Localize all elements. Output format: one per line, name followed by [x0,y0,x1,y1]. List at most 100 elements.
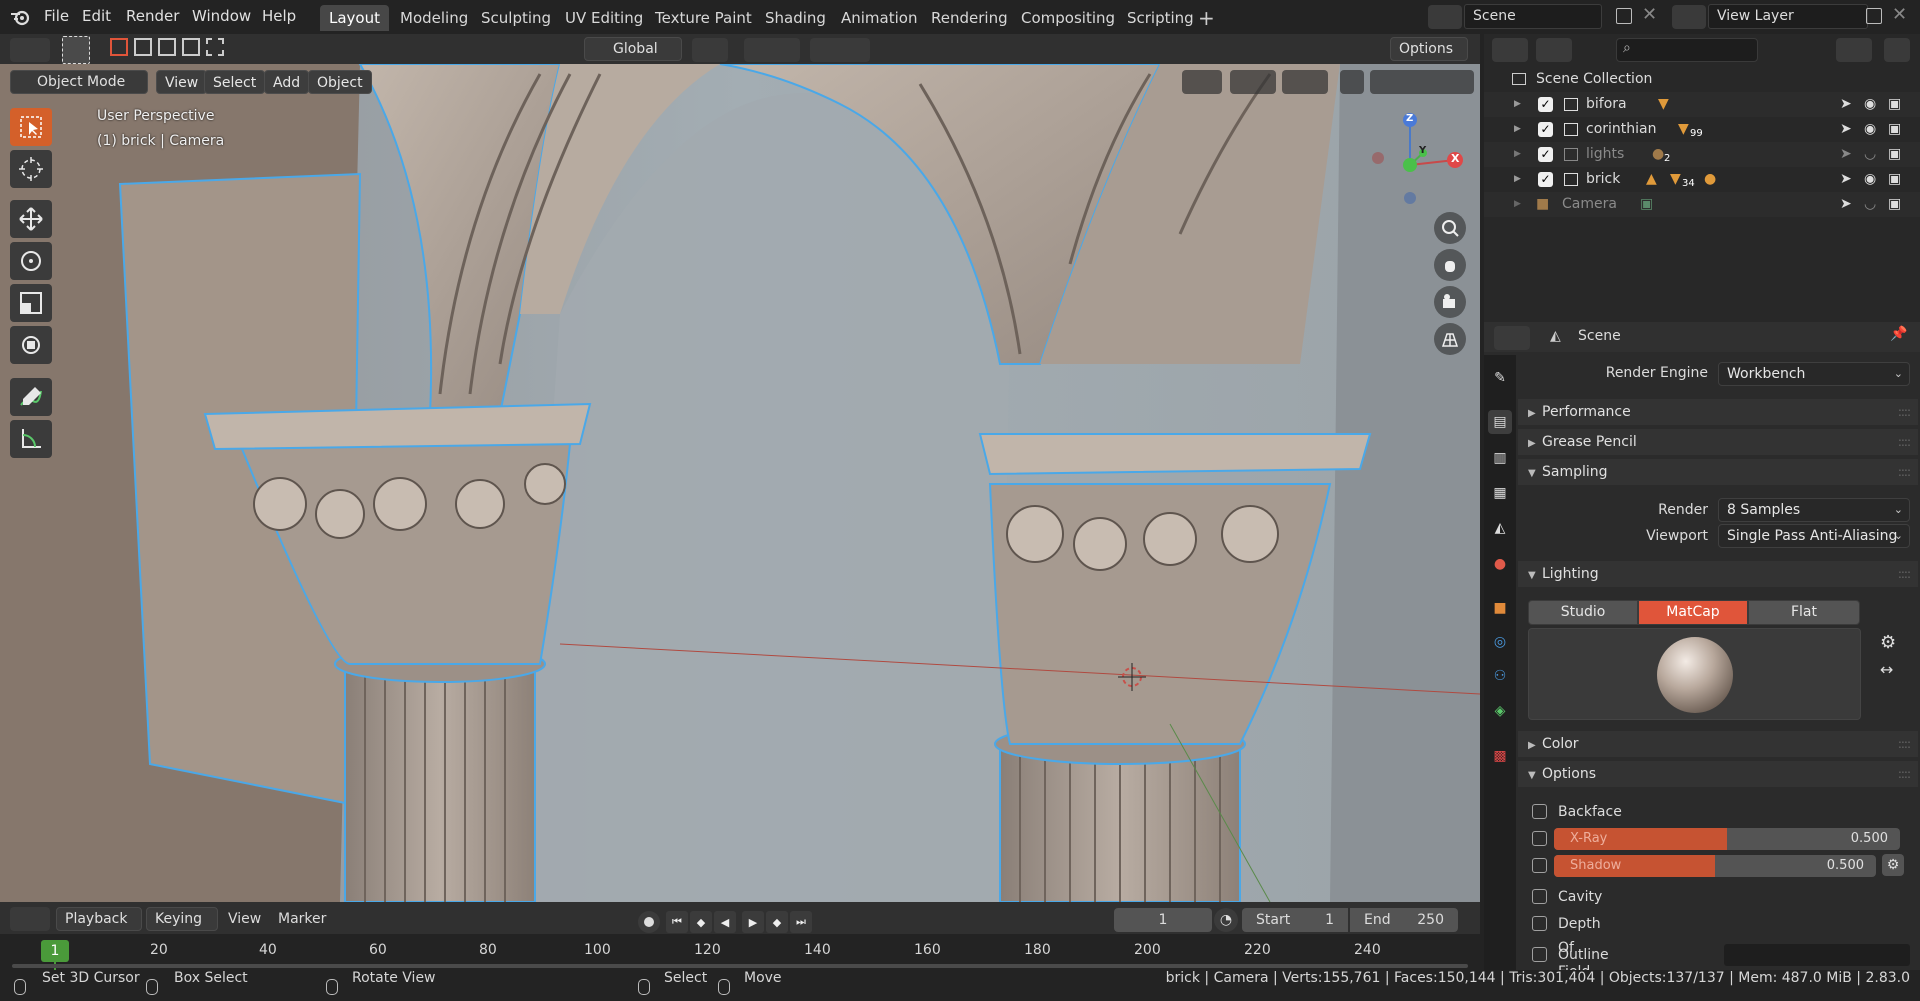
select-arrow-icon[interactable]: ➤ [1840,117,1852,142]
rotate-tool-icon[interactable] [10,242,52,280]
new-scene-icon[interactable] [1616,8,1632,24]
render-tab-icon[interactable]: ▤ [1488,410,1512,434]
drag-grip-icon[interactable]: :::: [1898,399,1911,425]
xray-slider[interactable]: X-Ray 0.500 [1554,828,1900,850]
select-mode-icon[interactable] [62,36,90,64]
outliner-display-mode-icon[interactable] [1492,38,1528,62]
blender-logo-icon[interactable] [10,8,30,26]
add-workspace-icon[interactable]: + [1198,6,1215,30]
next-keyframe-icon[interactable]: ◆ [766,911,788,933]
playback-menu[interactable]: Playback [56,907,142,931]
visibility-icon[interactable] [1182,70,1222,94]
transform-orientation-dropdown[interactable]: Global [584,37,682,61]
navigation-gizmo[interactable] [1365,110,1465,210]
shadow-slider[interactable]: Shadow 0.500 [1554,855,1876,877]
drag-grip-icon[interactable]: :::: [1898,429,1911,455]
prev-keyframe-icon[interactable]: ◆ [690,911,712,933]
outliner-filter-mode-icon[interactable] [1536,38,1572,62]
tab-rendering[interactable]: Rendering [922,5,1017,31]
eye-hidden-icon[interactable]: ◡ [1864,192,1876,217]
texture-tab-icon[interactable]: ▩ [1488,744,1512,768]
lighting-flat-button[interactable]: Flat [1748,600,1860,625]
matcap-preview[interactable] [1528,628,1861,720]
menu-edit[interactable]: Edit [82,7,111,25]
select-arrow-icon[interactable]: ➤ [1840,192,1852,217]
stopwatch-icon[interactable]: ◔ [1214,908,1238,932]
physics-tab-icon[interactable]: ◎ [1488,630,1512,654]
scene-tab-icon[interactable]: ◭ [1488,516,1512,540]
sampling-panel-header[interactable]: ▼ Sampling:::: [1518,459,1918,485]
tab-modeling[interactable]: Modeling [391,5,477,31]
start-frame-field[interactable]: Start 1 [1242,908,1348,932]
exclude-checkbox[interactable]: ✓ [1538,172,1553,187]
overlay-toggle-icon[interactable] [1282,70,1328,94]
play-reverse-icon[interactable]: ◀ [714,911,736,933]
xray-toggle-icon[interactable] [1340,70,1364,94]
camera-render-icon[interactable]: ▣ [1888,92,1901,117]
tab-uv-editing[interactable]: UV Editing [556,5,652,31]
viewport-menu-view[interactable]: View [156,70,208,94]
matcap-settings-gear-icon[interactable]: ⚙ [1880,632,1896,653]
measure-tool-icon[interactable] [10,420,52,458]
zoom-icon[interactable] [1434,212,1466,244]
outliner-row-brick[interactable]: ▶ ✓ brick ▲ ▼ 34 ● ➤ ◉ ▣ [1484,167,1920,192]
tab-compositing[interactable]: Compositing [1012,5,1124,31]
menu-render[interactable]: Render [126,7,179,25]
outline-color-swatch[interactable] [1724,944,1910,966]
viewport-menu-object[interactable]: Object [308,70,372,94]
ortho-grid-icon[interactable] [1434,323,1466,355]
current-frame-field[interactable]: 1 [1114,908,1212,932]
shadow-checkbox[interactable] [1532,858,1547,873]
options-dropdown[interactable]: Options [1390,37,1468,61]
object-mode-dropdown[interactable]: Object Mode [10,70,148,94]
select-box-tool-icon[interactable] [10,108,52,146]
cursor-tool-icon[interactable] [10,150,52,188]
tab-scripting[interactable]: Scripting [1118,5,1203,31]
grease-pencil-panel-header[interactable]: ▶ Grease Pencil:::: [1518,429,1918,455]
menu-help[interactable]: Help [262,7,296,25]
scene-field[interactable]: Scene [1464,4,1602,29]
proportional-edit-icon[interactable] [810,38,870,62]
keying-menu[interactable]: Keying [146,907,218,931]
new-view-layer-icon[interactable] [1866,8,1882,24]
constraints-tab-icon[interactable]: ⚇ [1488,664,1512,688]
annotate-tool-icon[interactable] [10,378,52,416]
outliner-search-input[interactable]: ⌕ [1616,38,1758,62]
scene-selector-icon[interactable] [1428,5,1462,29]
snap-icon[interactable] [744,38,800,62]
outline-checkbox[interactable] [1532,947,1547,962]
timeline-marker-menu[interactable]: Marker [278,911,326,927]
new-collection-icon[interactable] [1884,38,1910,62]
eye-icon[interactable]: ◉ [1864,167,1876,192]
select-arrow-icon[interactable]: ➤ [1840,142,1852,167]
timeline-editor-type-icon[interactable] [10,907,50,931]
view-layer-tab-icon[interactable]: ▦ [1488,481,1512,505]
depth-of-field-checkbox[interactable] [1532,916,1547,931]
shading-modes-icon[interactable] [1370,70,1474,94]
exclude-checkbox[interactable]: ✓ [1538,122,1553,137]
drag-grip-icon[interactable]: :::: [1898,561,1911,587]
view-layer-field[interactable]: View Layer [1708,4,1868,29]
tab-texture-paint[interactable]: Texture Paint [646,5,761,31]
drag-grip-icon[interactable]: :::: [1898,761,1911,787]
cavity-checkbox[interactable] [1532,889,1547,904]
object-data-tab-icon[interactable]: ◈ [1488,699,1512,723]
tab-animation[interactable]: Animation [832,5,926,31]
camera-render-icon[interactable]: ▣ [1888,117,1901,142]
outliner-row-camera[interactable]: ▶ ■ Camera ▣ ➤ ◡ ▣ [1484,192,1920,217]
select-arrow-icon[interactable]: ➤ [1840,92,1852,117]
outliner-row-corinthian[interactable]: ▶ ✓ corinthian ▼ 99 ➤ ◉ ▣ [1484,117,1920,142]
expand-arrow-icon[interactable]: ▶ [1514,142,1521,167]
selection-mode-icons[interactable] [110,38,230,62]
sampling-render-dropdown[interactable]: 8 Samples ⌄ [1718,498,1910,522]
tab-layout[interactable]: Layout [320,5,389,31]
lighting-studio-button[interactable]: Studio [1528,600,1638,625]
camera-view-icon[interactable] [1434,286,1466,318]
expand-arrow-icon[interactable]: ▶ [1514,167,1521,192]
outliner-row-bifora[interactable]: ▶ ✓ bifora ▼ ➤ ◉ ▣ [1484,92,1920,117]
tab-sculpting[interactable]: Sculpting [472,5,560,31]
camera-render-icon[interactable]: ▣ [1888,167,1901,192]
menu-window[interactable]: Window [192,7,251,25]
tab-shading[interactable]: Shading [756,5,835,31]
filter-icon[interactable] [1836,38,1872,62]
